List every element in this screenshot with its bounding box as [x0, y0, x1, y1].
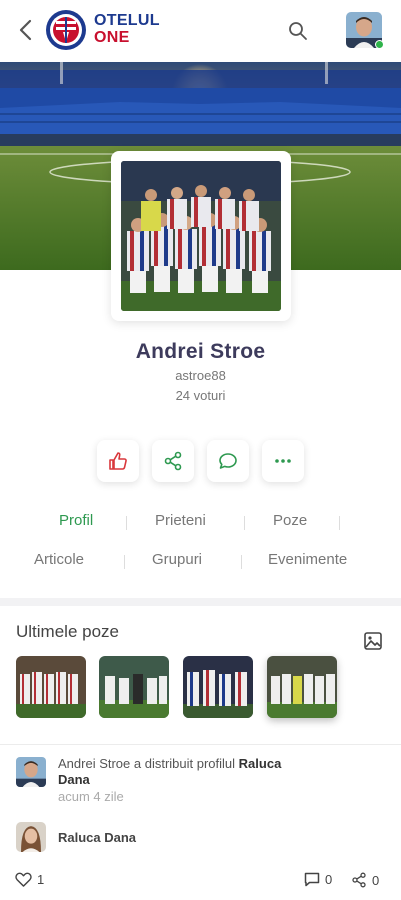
top-bar: OTELUL ONE	[0, 0, 401, 62]
profile-tabs-row-1: Profil Prieteni Poze	[0, 512, 401, 536]
photo-thumbnail[interactable]	[16, 656, 86, 718]
share-icon	[164, 451, 182, 471]
feed-activity-text: Andrei Stroe a distribuit profilul Raluc…	[58, 756, 348, 788]
tab-separator	[126, 516, 127, 530]
team-photo-thumb	[16, 656, 86, 718]
feed-target-first[interactable]: Raluca	[239, 756, 282, 771]
like-button[interactable]	[97, 440, 139, 482]
feed-avatar[interactable]	[16, 757, 46, 787]
chat-icon	[219, 453, 237, 469]
back-arrow-icon[interactable]	[14, 16, 38, 44]
feed-avatar[interactable]	[16, 822, 46, 852]
feed-actor[interactable]: Andrei Stroe	[58, 756, 130, 771]
team-photo-thumb	[183, 656, 253, 718]
feed-shared-profile-name[interactable]: Raluca Dana	[58, 830, 136, 845]
gallery-icon[interactable]	[363, 631, 383, 651]
feed-action: a distribuit profilul	[133, 756, 236, 771]
tab-separator	[124, 555, 125, 569]
like-count-button[interactable]: 1	[15, 872, 44, 887]
latest-photos-title: Ultimele poze	[16, 622, 119, 641]
tab-poze[interactable]: Poze	[273, 512, 307, 529]
section-divider	[0, 598, 401, 606]
heart-icon	[15, 872, 32, 887]
more-button[interactable]	[262, 440, 304, 482]
thumbs-up-icon	[109, 452, 127, 470]
tab-evenimente[interactable]: Evenimente	[268, 551, 347, 568]
team-photo-thumb	[99, 656, 169, 718]
person-avatar-image	[16, 822, 46, 852]
photo-thumbnail[interactable]	[183, 656, 253, 718]
feed-target-last[interactable]: Dana	[58, 772, 90, 787]
feed-timestamp: acum 4 zile	[58, 789, 124, 804]
online-status-dot	[375, 40, 384, 49]
search-icon[interactable]	[288, 21, 308, 41]
tab-separator	[244, 516, 245, 530]
comment-icon	[304, 872, 320, 887]
logo-line1: OTELUL	[94, 12, 160, 29]
team-photo-image	[121, 161, 281, 311]
like-count: 1	[37, 872, 45, 887]
profile-tabs-row-2: Articole Grupuri Evenimente	[0, 551, 401, 575]
more-icon	[275, 459, 291, 463]
post-stats: 1 0 0	[0, 868, 401, 892]
share-count-button[interactable]: 0	[351, 872, 379, 888]
person-avatar-image	[16, 757, 46, 787]
share-count: 0	[372, 872, 380, 888]
comment-count-button[interactable]: 0	[304, 872, 332, 887]
share-icon	[352, 872, 366, 888]
tab-profil[interactable]: Profil	[59, 512, 93, 529]
profile-username: astroe88	[175, 368, 226, 383]
team-photo-thumb	[267, 656, 337, 718]
photo-thumbnail[interactable]	[267, 656, 337, 718]
comment-count: 0	[325, 872, 333, 887]
club-crest-icon	[46, 10, 86, 50]
tab-separator	[339, 516, 340, 530]
profile-actions	[0, 440, 401, 482]
share-button[interactable]	[152, 440, 194, 482]
profile-votes: 24 voturi	[175, 388, 226, 403]
profile-photo-card[interactable]	[111, 151, 291, 321]
profile-name: Andrei Stroe	[135, 340, 266, 363]
tab-grupuri[interactable]: Grupuri	[152, 551, 202, 568]
photo-thumbnail[interactable]	[99, 656, 169, 718]
brand-logo[interactable]: OTELUL ONE	[44, 8, 164, 52]
logo-line2: ONE	[94, 29, 130, 46]
tab-separator	[241, 555, 242, 569]
message-button[interactable]	[207, 440, 249, 482]
feed-divider	[0, 744, 401, 745]
tab-prieteni[interactable]: Prieteni	[155, 512, 206, 529]
tab-articole[interactable]: Articole	[34, 551, 84, 568]
